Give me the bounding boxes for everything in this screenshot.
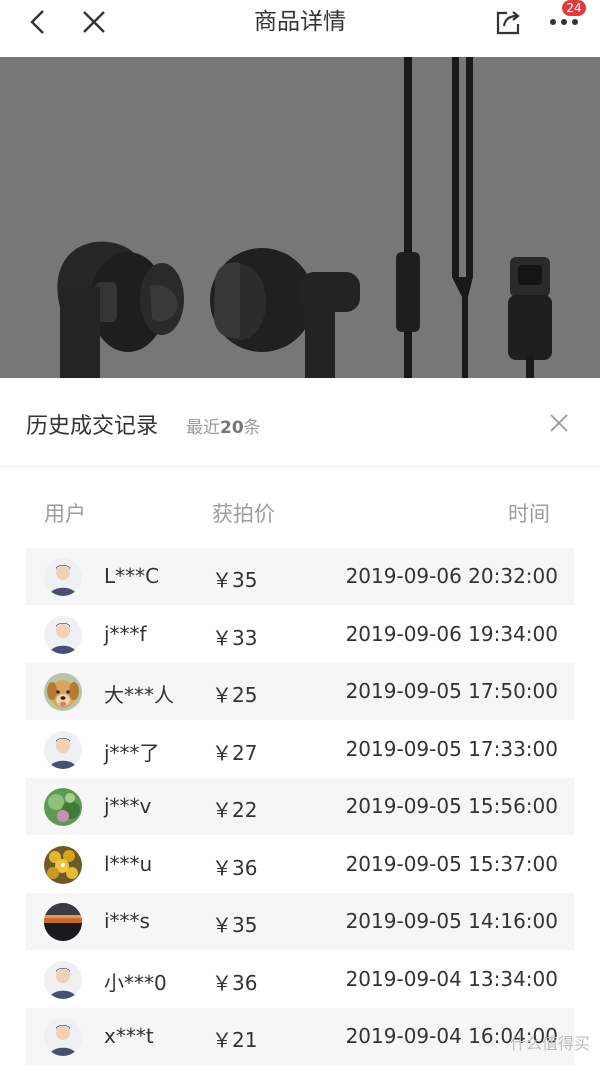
- panel-title: 历史成交记录: [26, 414, 159, 439]
- row-price: ￥33: [212, 625, 258, 650]
- subtitle-count: 20: [220, 418, 244, 438]
- row-user: 大***人: [104, 683, 174, 707]
- row-price: ￥27: [212, 740, 258, 765]
- top-bar: 商品详情 24: [0, 0, 600, 57]
- sunset-photo-avatar-icon: [44, 903, 82, 941]
- row-price: ￥35: [212, 568, 258, 592]
- table-row: i***s ￥35 2019-09-05 14:16:00: [26, 893, 574, 950]
- row-user: L***C: [104, 564, 160, 588]
- product-image[interactable]: [0, 57, 600, 378]
- row-user: i***s: [104, 909, 150, 933]
- panel-close-icon[interactable]: [544, 408, 574, 438]
- row-time: 2019-09-06 20:32:00: [345, 564, 558, 588]
- subtitle-suffix: 条: [243, 418, 261, 438]
- fruit-photo-avatar-icon: [44, 845, 82, 884]
- table-row: l***u ￥36 2019-09-05 15:37:00: [26, 836, 574, 893]
- table-row: j***v ￥22 2019-09-05 15:56:00: [26, 778, 574, 835]
- panel-subtitle: 最近20条: [186, 413, 261, 438]
- table-row: j***了 ￥27 2019-09-05 17:33:00: [26, 721, 574, 778]
- share-icon[interactable]: [488, 2, 528, 42]
- table-row: j***f ￥33 2019-09-06 19:34:00: [26, 606, 574, 663]
- transaction-history-panel: 历史成交记录 最近20条 用户 获拍价 时间 L***C ￥35 2019-09…: [0, 378, 600, 1065]
- table-row: 小***0 ￥36 2019-09-04 13:34:00: [26, 951, 574, 1008]
- row-price: ￥35: [212, 913, 258, 937]
- row-price: ￥36: [212, 970, 258, 995]
- panel-header: 历史成交记录 最近20条: [0, 378, 600, 467]
- row-time: 2019-09-04 13:34:00: [345, 966, 558, 991]
- row-time: 2019-09-05 15:56:00: [345, 794, 558, 818]
- watermark: 什么值得买: [509, 1034, 590, 1053]
- row-user: j***了: [104, 740, 160, 765]
- row-time: 2019-09-05 17:33:00: [345, 736, 558, 761]
- default-avatar-icon: [44, 730, 82, 769]
- row-user: j***v: [104, 794, 152, 818]
- row-time: 2019-09-05 14:16:00: [345, 909, 558, 933]
- dog-avatar-icon: [44, 673, 82, 711]
- row-user: l***u: [104, 851, 153, 876]
- subtitle-prefix: 最近: [186, 418, 220, 438]
- row-time: 2019-09-05 17:50:00: [345, 679, 558, 703]
- transaction-list: L***C ￥35 2019-09-06 20:32:00 j***f ￥33 …: [26, 548, 574, 1066]
- table-row: L***C ￥35 2019-09-06 20:32:00: [26, 548, 574, 605]
- row-price: ￥25: [212, 683, 258, 707]
- row-user: 小***0: [104, 970, 167, 995]
- default-avatar-icon: [44, 558, 82, 596]
- default-avatar-icon: [44, 1018, 82, 1056]
- row-user: x***t: [104, 1024, 154, 1048]
- notification-badge: 24: [562, 0, 586, 16]
- column-user: 用户: [44, 502, 86, 526]
- row-price: ￥21: [212, 1028, 258, 1052]
- default-avatar-icon: [44, 615, 82, 654]
- row-price: ￥22: [212, 798, 258, 822]
- table-row: x***t ￥21 2019-09-04 16:04:00: [26, 1008, 574, 1065]
- row-price: ￥36: [212, 855, 258, 880]
- column-price: 获拍价: [212, 502, 275, 526]
- table-row: 大***人 ￥25 2019-09-05 17:50:00: [26, 663, 574, 720]
- green-photo-avatar-icon: [44, 788, 82, 826]
- row-user: j***f: [104, 621, 147, 646]
- table-header: 用户 获拍价 时间: [0, 498, 600, 532]
- column-time: 时间: [508, 502, 550, 526]
- default-avatar-icon: [44, 960, 82, 999]
- row-time: 2019-09-06 19:34:00: [345, 621, 558, 646]
- row-time: 2019-09-05 15:37:00: [345, 851, 558, 876]
